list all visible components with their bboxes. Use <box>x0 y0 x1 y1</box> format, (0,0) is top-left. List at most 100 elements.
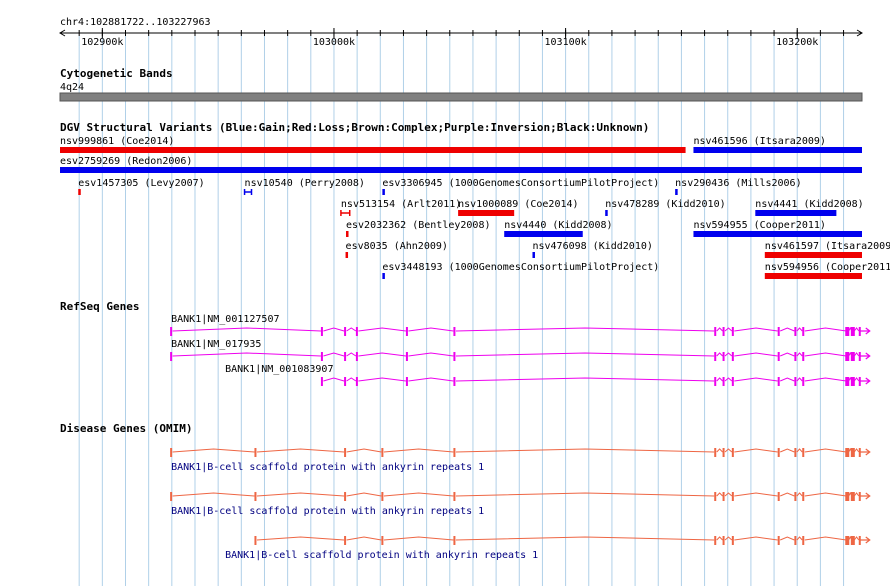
cytoband-label: 4q24 <box>60 82 84 93</box>
omim-gene-intron <box>256 536 345 541</box>
dgv-track-title: DGV Structural Variants (Blue:Gain;Red:L… <box>60 121 649 134</box>
dgv-variant[interactable]: nsv594956 (Cooper2011) <box>764 262 890 279</box>
refseq-gene-exon <box>794 327 797 336</box>
dgv-variant-bar[interactable] <box>382 273 385 279</box>
dgv-variant[interactable]: nsv999861 (Coe2014) <box>60 136 686 153</box>
refseq-gene[interactable]: BANK1|NM_001127507 <box>170 314 871 336</box>
dgv-features: nsv999861 (Coe2014) nsv461596 (Itsara2009… <box>60 136 890 279</box>
dgv-variant-label: nsv594955 (Cooper2011) <box>693 220 825 231</box>
omim-track: Disease Genes (OMIM) BANK1|B-cell scaffo… <box>60 422 871 561</box>
omim-gene-intron <box>804 536 847 541</box>
refseq-gene-exon <box>845 377 850 386</box>
dgv-variant[interactable]: nsv594955 (Cooper2011) <box>693 220 862 237</box>
dgv-variant-label: esv2032362 (Bentley2008) <box>346 220 491 231</box>
omim-gene-exon <box>777 492 780 501</box>
dgv-variant[interactable]: esv3448193 (1000GenomesConsortiumPilotPr… <box>382 262 659 279</box>
refseq-gene-exon <box>344 327 347 336</box>
dgv-variant-label: esv1457305 (Levy2007) <box>78 178 204 189</box>
cytoband-bar[interactable] <box>59 92 863 102</box>
dgv-variant-bar[interactable] <box>60 147 686 153</box>
cytoband-track[interactable]: Cytogenetic Bands 4q24 <box>59 67 863 102</box>
dgv-variant-bar[interactable] <box>764 252 862 258</box>
ruler-title: chr4:102881722..103227963 <box>60 17 211 28</box>
dgv-variant-bar[interactable] <box>458 210 515 216</box>
refseq-gene-intron <box>734 377 778 382</box>
refseq-gene-exon <box>777 327 780 336</box>
omim-gene-exon <box>802 448 805 457</box>
omim-gene-intron <box>804 492 847 497</box>
omim-gene[interactable]: BANK1|B-cell scaffold protein with ankyr… <box>170 491 871 517</box>
dgv-variant[interactable]: esv2032362 (Bentley2008) <box>346 220 491 237</box>
omim-gene-exon <box>850 448 855 457</box>
omim-gene-intron <box>724 536 733 541</box>
dgv-variant-label: nsv999861 (Coe2014) <box>60 136 174 147</box>
omim-gene-exon <box>714 492 717 501</box>
omim-features: BANK1|B-cell scaffold protein with ankyr… <box>170 447 871 561</box>
dgv-variant[interactable]: nsv4440 (Kidd2008) <box>504 220 613 237</box>
omim-gene[interactable]: BANK1|B-cell scaffold protein with ankyr… <box>225 535 871 561</box>
ruler-tick-label: 102900k <box>81 37 123 48</box>
dgv-variant-bar[interactable] <box>605 210 608 216</box>
refseq-gene-intron <box>716 352 723 357</box>
omim-gene[interactable]: BANK1|B-cell scaffold protein with ankyr… <box>170 447 871 473</box>
dgv-variant-bar[interactable] <box>504 231 583 237</box>
omim-gene-label: BANK1|B-cell scaffold protein with ankyr… <box>171 506 484 517</box>
dgv-variant[interactable]: nsv513154 (Arlt2011) <box>340 199 461 216</box>
refseq-gene-exon <box>850 352 855 361</box>
omim-gene-exon <box>850 492 855 501</box>
omim-gene-exon <box>453 448 456 457</box>
dgv-variant-bar[interactable] <box>675 189 678 195</box>
dgv-variant[interactable]: nsv4441 (Kidd2008) <box>755 199 864 216</box>
refseq-gene[interactable]: BANK1|NM_017935 <box>170 339 871 361</box>
dgv-variant[interactable]: nsv461597 (Itsara2009) <box>764 241 890 258</box>
omim-gene-intron <box>780 448 795 453</box>
dgv-variant-bar[interactable] <box>693 231 862 237</box>
omim-gene-exon <box>344 492 347 501</box>
refseq-gene[interactable]: BANK1|NM_001083907 <box>225 364 871 386</box>
omim-gene-exon <box>381 536 384 545</box>
dgv-variant[interactable]: nsv10540 (Perry2008) <box>243 178 365 195</box>
dgv-variant-bar[interactable] <box>764 273 862 279</box>
dgv-variant-bar[interactable] <box>382 189 385 195</box>
dgv-variant[interactable]: esv8035 (Ahn2009) <box>345 241 448 258</box>
dgv-variant[interactable]: nsv1000089 (Coe2014) <box>458 199 579 216</box>
dgv-variant-bar[interactable] <box>532 252 535 258</box>
dgv-variant[interactable]: esv2759269 (Redon2006) <box>60 156 862 173</box>
refseq-gene-exon <box>802 352 805 361</box>
strand-arrow-icon <box>859 377 871 385</box>
refseq-gene-exon <box>405 352 408 361</box>
refseq-gene-intron <box>804 327 847 332</box>
refseq-gene-label: BANK1|NM_017935 <box>171 339 261 350</box>
omim-gene-intron <box>172 448 255 453</box>
refseq-gene-exon <box>845 352 850 361</box>
omim-gene-intron <box>383 492 454 497</box>
dgv-variant-bar[interactable] <box>693 147 862 153</box>
refseq-gene-exon <box>777 377 780 386</box>
dgv-variant[interactable]: nsv461596 (Itsara2009) <box>693 136 862 153</box>
omim-gene-exon <box>845 492 850 501</box>
omim-gene-exon <box>381 492 384 501</box>
dgv-variant[interactable]: esv3306945 (1000GenomesConsortiumPilotPr… <box>382 178 659 195</box>
dgv-variant-bar[interactable] <box>346 231 349 237</box>
dgv-variant-bar[interactable] <box>755 210 837 216</box>
omim-gene-intron <box>716 536 723 541</box>
dgv-variant-bar[interactable] <box>60 167 862 173</box>
refseq-gene-intron <box>408 352 454 357</box>
refseq-gene-intron <box>455 377 715 382</box>
refseq-gene-exon <box>355 377 358 386</box>
omim-gene-intron <box>780 536 795 541</box>
refseq-gene-intron <box>455 327 715 332</box>
dgv-variant-bar[interactable] <box>345 252 349 258</box>
omim-gene-intron <box>724 448 733 453</box>
refseq-gene-exon <box>731 352 734 361</box>
refseq-track: RefSeq Genes BANK1|NM_001127507BANK1|NM_… <box>60 300 871 386</box>
dgv-variant[interactable]: nsv290436 (Mills2006) <box>675 178 802 195</box>
dgv-variant-label: esv8035 (Ahn2009) <box>346 241 448 252</box>
dgv-variant[interactable]: nsv478289 (Kidd2010) <box>605 199 726 216</box>
dgv-variant-bar[interactable] <box>78 189 81 195</box>
omim-gene-exon <box>731 536 734 545</box>
dgv-variant-label: nsv513154 (Arlt2011) <box>341 199 461 210</box>
omim-gene-exon <box>845 536 850 545</box>
dgv-variant[interactable]: esv1457305 (Levy2007) <box>78 178 205 195</box>
refseq-gene-exon <box>850 327 855 336</box>
